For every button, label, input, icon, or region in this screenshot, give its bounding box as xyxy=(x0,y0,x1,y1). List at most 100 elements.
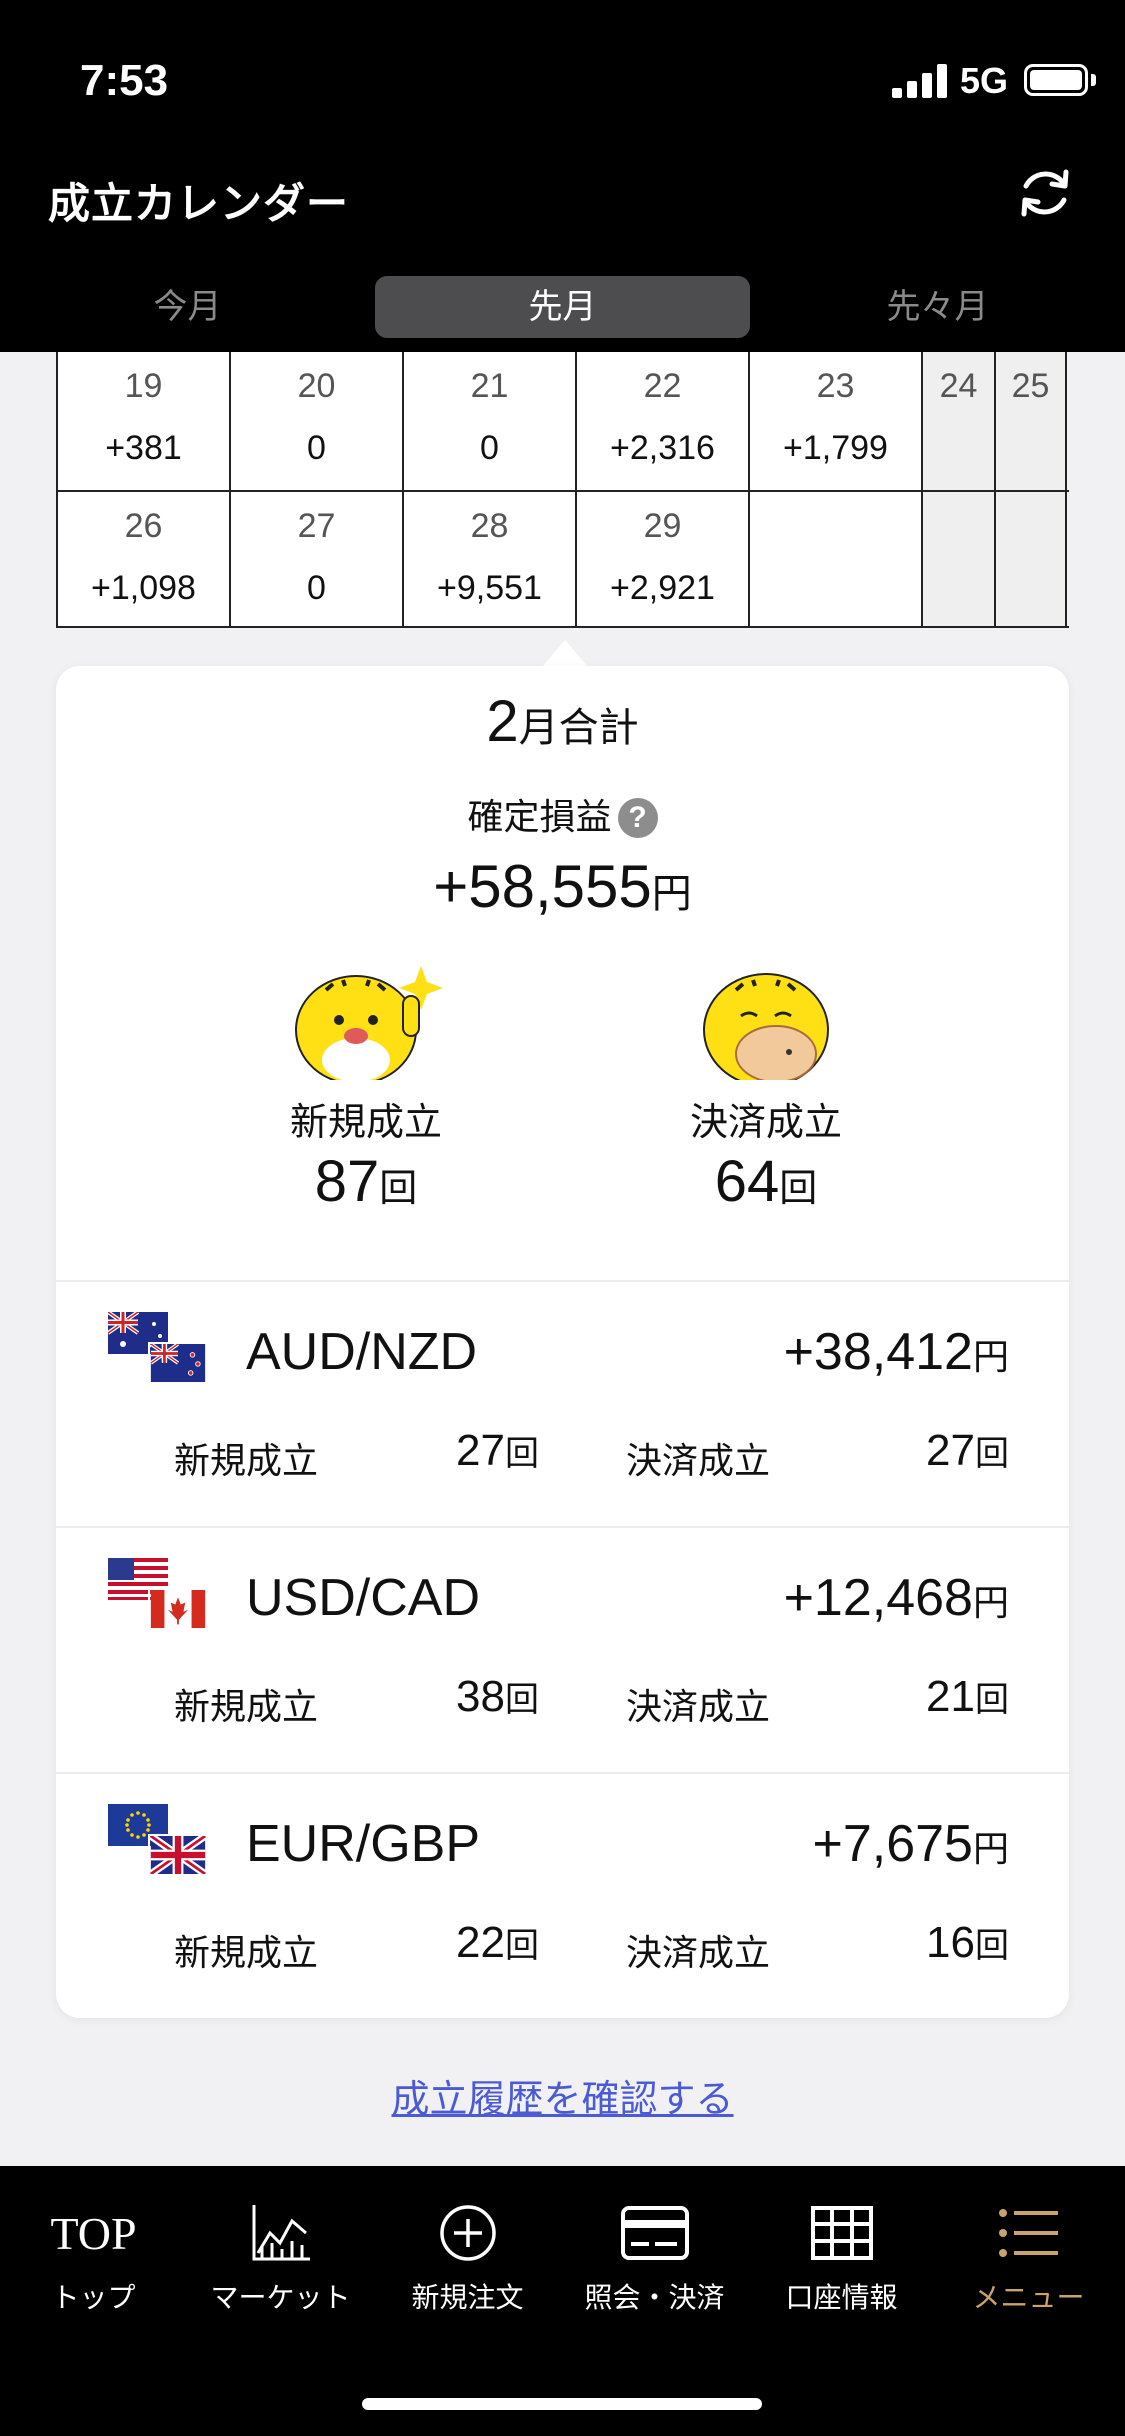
refresh-icon[interactable] xyxy=(1014,162,1076,224)
calendar-week: 19 +381 20 0 21 0 22 +2,316 23 +1,799 24 25 xyxy=(56,352,1069,492)
settled-trades-count: 64回 xyxy=(616,1148,916,1215)
calendar-day-weekend: 24 xyxy=(921,352,994,490)
pair-pl: +12,468円 xyxy=(784,1568,1009,1628)
pair-new-count-value: 38 xyxy=(456,1672,505,1721)
day-number: 27 xyxy=(297,507,336,545)
month-suffix: 月合計 xyxy=(518,706,639,750)
calendar-day[interactable]: 20 0 xyxy=(229,352,402,490)
nav-market[interactable]: マーケット xyxy=(187,2200,374,2316)
calendar-day[interactable]: 28 +9,551 xyxy=(402,492,575,626)
day-number: 21 xyxy=(470,367,509,405)
period-tabs: 今月 先月 先々月 xyxy=(0,272,1125,342)
realized-pl-label: 確定損益? xyxy=(56,788,1069,840)
day-value: +381 xyxy=(105,429,182,467)
day-number: 19 xyxy=(124,367,163,405)
calendar-day[interactable]: 23 +1,799 xyxy=(748,352,921,490)
new-zealand-flag-icon xyxy=(148,1342,208,1384)
calendar-day-empty xyxy=(748,492,921,626)
day-number: 25 xyxy=(1011,367,1050,405)
pair-new-count: 38回 xyxy=(456,1672,539,1722)
tab-two-months-ago[interactable]: 先々月 xyxy=(750,276,1125,338)
pair-flags xyxy=(108,1312,214,1392)
pair-close-count-value: 27 xyxy=(926,1426,975,1475)
calendar-day-weekend xyxy=(994,492,1067,626)
calendar-day[interactable]: 26 +1,098 xyxy=(56,492,229,626)
count-unit: 回 xyxy=(779,1168,818,1210)
nav-inquiry-settlement[interactable]: 照会・決済 xyxy=(561,2200,748,2316)
day-number: 29 xyxy=(643,507,682,545)
day-value: 0 xyxy=(307,429,326,467)
pair-close-label: 決済成立 xyxy=(626,1440,771,1481)
app-header: 7:53 5G 成立カレンダー 今月 先月 先々月 xyxy=(0,0,1125,352)
nav-label: マーケット xyxy=(210,2282,351,2313)
calendar-day[interactable]: 19 +381 xyxy=(56,352,229,490)
battery-icon xyxy=(1024,64,1088,96)
battery-cap xyxy=(1091,74,1096,86)
pair-name: USD/CAD xyxy=(246,1569,481,1627)
settled-trades-stat: 決済成立 64回 xyxy=(616,956,916,1215)
nav-label: 新規注文 xyxy=(411,2282,524,2313)
nav-top[interactable]: TOP トップ xyxy=(0,2200,187,2316)
day-number: 23 xyxy=(816,367,855,405)
canada-flag-icon xyxy=(148,1588,208,1630)
help-icon[interactable]: ? xyxy=(617,798,658,838)
selection-pointer xyxy=(541,640,589,668)
top-icon: TOP xyxy=(50,2207,137,2259)
pair-new-count: 22回 xyxy=(456,1918,539,1968)
status-time: 7:53 xyxy=(80,56,169,105)
day-number: 24 xyxy=(939,367,978,405)
currency-pair-row[interactable]: USD/CAD +12,468円 新規成立 38回 決済成立 21回 xyxy=(56,1526,1069,1772)
page-title: 成立カレンダー xyxy=(48,180,350,227)
pair-close-label: 決済成立 xyxy=(626,1686,771,1727)
day-value: 0 xyxy=(307,569,326,607)
pair-close-count: 21回 xyxy=(926,1672,1009,1722)
trade-history-link[interactable]: 成立履歴を確認する xyxy=(0,2068,1125,2123)
day-value: +9,551 xyxy=(437,569,542,607)
calendar-day[interactable]: 29 +2,921 xyxy=(575,492,748,626)
count-unit: 回 xyxy=(975,1927,1009,1965)
calendar-day[interactable]: 22 +2,316 xyxy=(575,352,748,490)
currency-unit: 円 xyxy=(651,872,692,916)
pair-pl: +38,412円 xyxy=(784,1322,1009,1382)
status-bar: 7:53 5G xyxy=(0,0,1125,160)
count-unit: 回 xyxy=(504,1681,539,1719)
nav-new-order[interactable]: 新規注文 xyxy=(374,2200,561,2316)
pair-new-label: 新規成立 xyxy=(174,1440,319,1481)
calendar-day[interactable]: 27 0 xyxy=(229,492,402,626)
nav-account-info[interactable]: 口座情報 xyxy=(748,2200,935,2316)
count-unit: 回 xyxy=(975,1681,1009,1719)
count-unit: 回 xyxy=(379,1168,418,1210)
pair-flags xyxy=(108,1804,214,1884)
nav-menu[interactable]: メニュー xyxy=(935,2200,1122,2316)
month-number: 2 xyxy=(486,689,519,754)
nav-label: トップ xyxy=(51,2282,136,2313)
currency-unit: 円 xyxy=(972,1828,1009,1869)
pair-new-label: 新規成立 xyxy=(174,1686,319,1727)
pair-close-count-value: 21 xyxy=(926,1672,975,1721)
nav-label: 照会・決済 xyxy=(584,2282,725,2313)
tab-this-month[interactable]: 今月 xyxy=(0,276,375,338)
day-value: 0 xyxy=(480,429,499,467)
new-count-value: 87 xyxy=(314,1149,380,1214)
pair-pl-value: +12,468 xyxy=(783,1569,973,1627)
card-icon xyxy=(620,2206,689,2260)
monthly-summary-card: 2月合計 確定損益? +58,555円 新規成立 87回 決済成立 64回 AU… xyxy=(56,666,1069,2018)
network-label: 5G xyxy=(960,60,1009,101)
pair-pl-value: +38,412 xyxy=(783,1323,973,1381)
pair-name: EUR/GBP xyxy=(246,1815,481,1873)
realized-pl-value: +58,555円 xyxy=(56,852,1069,921)
pair-new-count: 27回 xyxy=(456,1426,539,1476)
tab-last-month[interactable]: 先月 xyxy=(375,276,750,338)
pl-amount: +58,555 xyxy=(433,853,652,920)
day-value: +2,316 xyxy=(610,429,715,467)
realized-pl-text: 確定損益 xyxy=(467,796,612,837)
currency-pair-row[interactable]: EUR/GBP +7,675円 新規成立 22回 決済成立 16回 xyxy=(56,1772,1069,2018)
nav-label: 口座情報 xyxy=(785,2282,898,2313)
pair-new-count-value: 22 xyxy=(456,1918,505,1967)
pair-close-count: 27回 xyxy=(926,1426,1009,1476)
menu-icon xyxy=(998,2209,1058,2257)
currency-pair-row[interactable]: AUD/NZD +38,412円 新規成立 27回 決済成立 27回 xyxy=(56,1280,1069,1526)
pair-close-label: 決済成立 xyxy=(626,1932,771,1973)
calendar-day[interactable]: 21 0 xyxy=(402,352,575,490)
close-count-value: 64 xyxy=(714,1149,780,1214)
